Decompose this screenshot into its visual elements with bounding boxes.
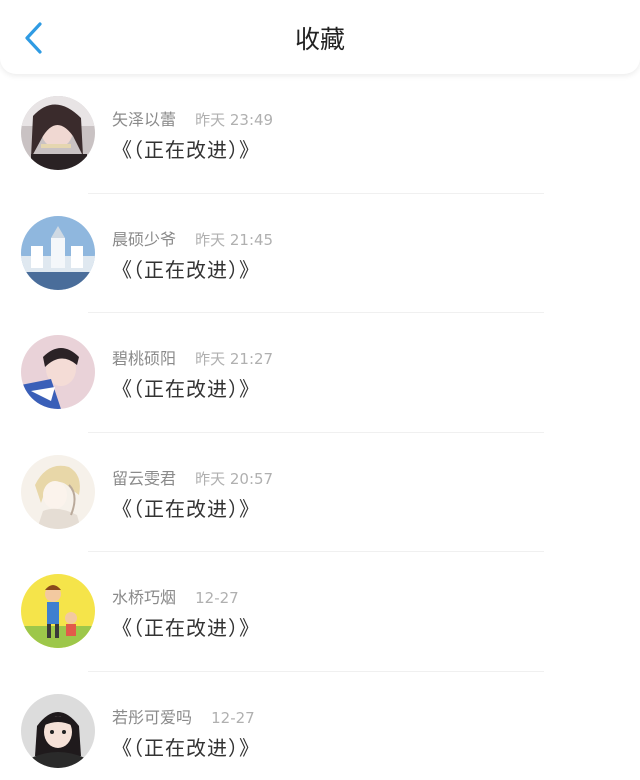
list-item[interactable]: 矢泽以蕾 昨天 23:49 《（正在改进）》 [0, 74, 640, 194]
user-name[interactable]: 碧桃硕阳 [112, 349, 176, 368]
avatar[interactable] [21, 574, 95, 648]
favorite-content[interactable]: 《（正在改进）》 [112, 493, 260, 522]
favorite-content[interactable]: 《（正在改进）》 [112, 254, 260, 283]
avatar[interactable] [21, 454, 95, 529]
user-name[interactable]: 矢泽以蕾 [112, 110, 176, 129]
user-name[interactable]: 若彤可爱吗 [112, 708, 192, 727]
user-name[interactable]: 留云雯君 [112, 469, 176, 488]
list-item[interactable]: 若彤可爱吗 12-27 《（正在改进）》 [0, 672, 640, 780]
item-meta: 碧桃硕阳 昨天 21:27 [112, 345, 273, 369]
list-item[interactable]: 水桥巧烟 12-27 《（正在改进）》 [0, 552, 640, 672]
timestamp: 昨天 23:49 [195, 111, 274, 129]
favorite-content[interactable]: 《（正在改进）》 [112, 373, 260, 402]
timestamp: 12-27 [211, 708, 255, 727]
timestamp: 昨天 21:27 [195, 350, 274, 368]
timestamp: 12-27 [195, 589, 239, 607]
page-title: 收藏 [294, 25, 345, 54]
item-meta: 留云雯君 昨天 20:57 [112, 465, 273, 489]
user-name[interactable]: 水桥巧烟 [112, 588, 176, 607]
item-meta: 晨硕少爷 昨天 21:45 [112, 226, 273, 250]
timestamp: 昨天 21:45 [195, 230, 274, 249]
list-item[interactable]: 晨硕少爷 昨天 21:45 《（正在改进）》 [0, 194, 640, 313]
favorite-content[interactable]: 《（正在改进）》 [112, 612, 260, 641]
avatar[interactable] [21, 96, 95, 170]
avatar[interactable] [21, 335, 95, 409]
user-name[interactable]: 晨硕少爷 [112, 230, 176, 249]
avatar[interactable] [21, 693, 95, 768]
list-item[interactable]: 留云雯君 昨天 20:57 《（正在改进）》 [0, 433, 640, 552]
item-meta: 水桥巧烟 12-27 [112, 584, 239, 608]
top-nav-bar: 收藏 [0, 0, 640, 74]
avatar[interactable] [21, 215, 95, 290]
favorites-list: 矢泽以蕾 昨天 23:49 《（正在改进）》 晨硕少爷 昨天 21:45 《（正… [0, 74, 640, 780]
timestamp: 昨天 20:57 [195, 469, 274, 488]
item-meta: 若彤可爱吗 12-27 [112, 704, 255, 728]
favorites-screen: 收藏 矢泽以蕾 昨天 23:49 《（正在改进）》 晨硕少爷 昨天 21:45 … [0, 0, 640, 780]
favorite-content[interactable]: 《（正在改进）》 [112, 134, 260, 163]
list-item[interactable]: 碧桃硕阳 昨天 21:27 《（正在改进）》 [0, 313, 640, 433]
item-meta: 矢泽以蕾 昨天 23:49 [112, 106, 273, 130]
favorite-content[interactable]: 《（正在改进）》 [112, 732, 260, 761]
